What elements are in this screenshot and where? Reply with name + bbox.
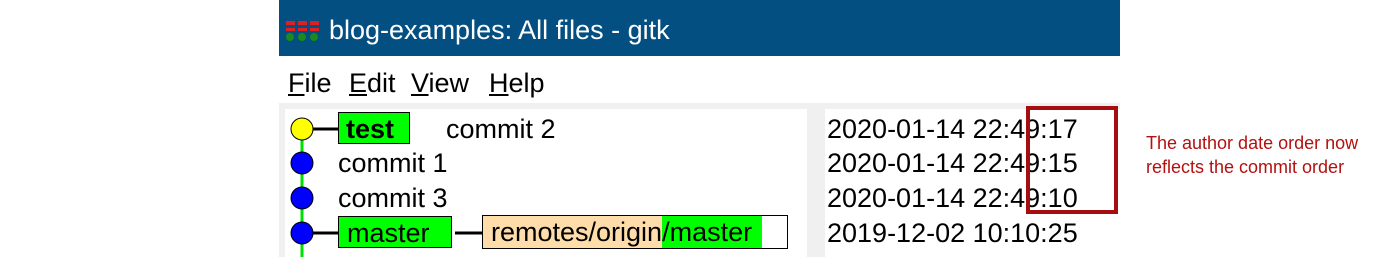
commit-node	[290, 221, 314, 245]
remote-tag-branch: /master	[662, 216, 763, 248]
annotation-text: The author date order now reflects the c…	[1146, 133, 1359, 177]
commit-date: 2019-12-02 10:10:25	[827, 218, 1078, 248]
commit-message[interactable]: commit 2	[446, 113, 556, 145]
menu-edit[interactable]: Edit	[349, 68, 396, 98]
gitk-window: blog-examples: All files - gitk File Edi…	[279, 0, 1120, 257]
remote-tag-prefix: remotes/origin	[483, 216, 663, 248]
commit-message[interactable]: commit 3	[338, 182, 448, 214]
highlight-box	[1026, 106, 1118, 214]
menu-bar: File Edit View Help	[279, 56, 1120, 106]
commit-graph-pane[interactable]: test commit 2 commit 1 commit 3 master r…	[285, 109, 807, 257]
branch-tag-master[interactable]: master	[338, 216, 452, 248]
window-title: blog-examples: All files - gitk	[329, 15, 670, 45]
gitk-icon	[286, 21, 319, 41]
menu-help[interactable]: Help	[489, 68, 545, 98]
commit-node	[290, 117, 314, 141]
menu-file[interactable]: File	[288, 68, 332, 98]
commit-node	[290, 151, 314, 175]
remote-tag-origin-master[interactable]: remotes/origin/master	[482, 215, 788, 249]
title-bar[interactable]: blog-examples: All files - gitk	[279, 0, 1120, 56]
commit-message[interactable]: commit 1	[338, 147, 448, 179]
branch-tag-test[interactable]: test	[338, 112, 410, 144]
commit-node	[290, 186, 314, 210]
menu-view[interactable]: View	[411, 68, 469, 98]
